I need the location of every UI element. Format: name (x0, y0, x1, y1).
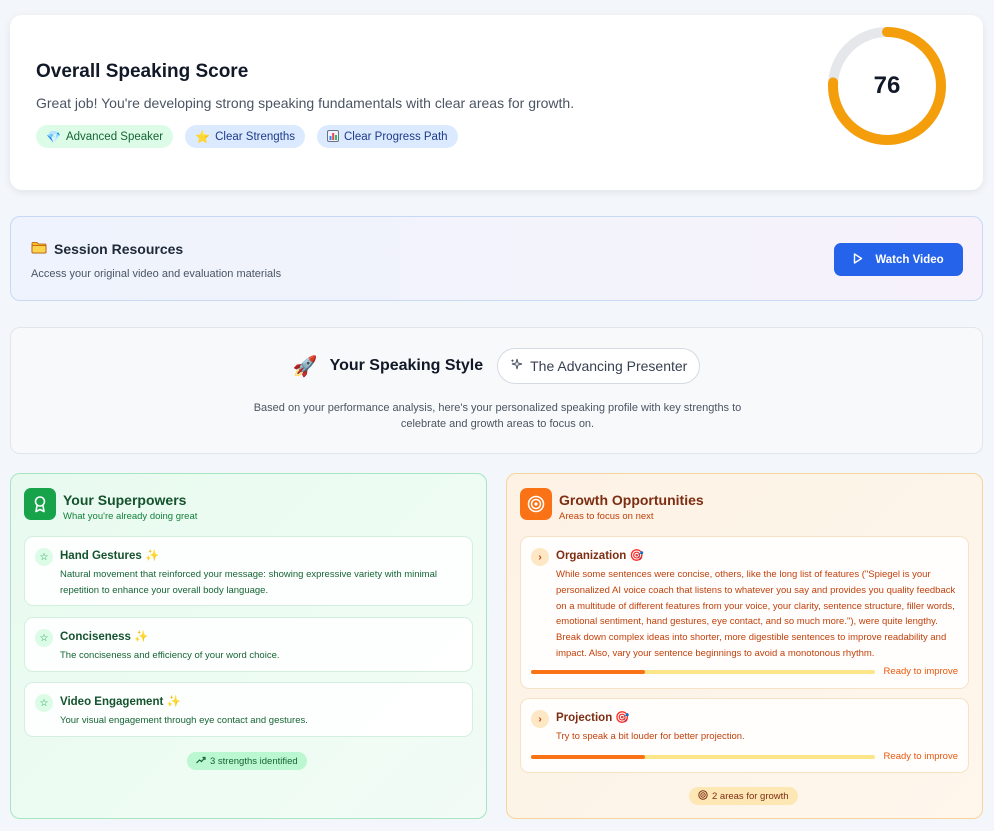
persona-name: The Advancing Presenter (530, 358, 688, 374)
organization-status: Ready to improve (883, 666, 958, 677)
badge-clear-progress-path: Clear Progress Path (317, 125, 458, 148)
award-icon (24, 488, 56, 520)
growth-opportunities-panel: Growth Opportunities Areas to focus on n… (506, 473, 983, 819)
bar-chart-icon (327, 129, 339, 144)
superpowers-subtitle: What you're already doing great (63, 511, 198, 522)
superpower-item-conciseness: ☆ Conciseness ✨ The conciseness and effi… (24, 617, 473, 672)
growth-title: Growth Opportunities (559, 492, 704, 508)
score-badges: 💎 Advanced Speaker ⭐ Clear Strengths Cle… (36, 125, 458, 148)
organization-progress-bar (531, 670, 875, 674)
superpower-desc: The conciseness and efficiency of your w… (60, 650, 280, 661)
growth-count: 2 areas for growth (712, 790, 789, 802)
rocket-icon: 🚀 (292, 355, 318, 378)
speaking-style-header: 🚀 Your Speaking Style The Advancing Pres… (11, 348, 982, 384)
star-icon: ☆ (35, 694, 53, 712)
growth-count-badge: 2 areas for growth (689, 787, 798, 805)
strengths-count: 3 strengths identified (210, 755, 298, 767)
session-resources-card: Session Resources Access your original v… (10, 216, 983, 301)
superpower-title: Hand Gestures ✨ (60, 550, 160, 562)
sparkle-icon (510, 358, 523, 374)
superpowers-panel: Your Superpowers What you're already doi… (10, 473, 487, 819)
folder-icon (31, 241, 47, 257)
speaking-style-description: Based on your performance analysis, here… (253, 402, 742, 430)
speaking-style-title: Your Speaking Style (329, 357, 484, 374)
persona-pill: The Advancing Presenter (497, 348, 701, 384)
star-icon: ☆ (35, 629, 53, 647)
watch-video-label: Watch Video (875, 253, 944, 266)
star-icon: ⭐ (195, 129, 211, 144)
projection-status: Ready to improve (883, 751, 958, 762)
growth-item-title: Organization 🎯 (556, 550, 644, 562)
speaking-style-card: 🚀 Your Speaking Style The Advancing Pres… (10, 327, 983, 454)
target-icon (520, 488, 552, 520)
growth-item-desc: Try to speak a bit louder for better pro… (556, 731, 745, 742)
progress-fill (531, 670, 645, 674)
projection-progress-bar (531, 755, 875, 759)
superpower-desc: Your visual engagement through eye conta… (60, 715, 308, 726)
score-value: 76 (873, 72, 901, 99)
superpower-desc: Natural movement that reinforced your me… (60, 569, 437, 596)
gem-icon: 💎 (46, 129, 61, 144)
badge-label: Clear Strengths (215, 130, 295, 143)
resources-title-row: Session Resources (31, 241, 183, 257)
watch-video-button[interactable]: Watch Video (834, 243, 963, 276)
strengths-count-badge: 3 strengths identified (187, 752, 307, 770)
play-icon (853, 252, 863, 267)
superpower-title: Video Engagement ✨ (60, 696, 181, 708)
score-subtitle: Great job! You're developing strong spea… (36, 95, 575, 111)
target-icon (698, 789, 708, 803)
badge-advanced-speaker: 💎 Advanced Speaker (36, 125, 174, 148)
superpowers-title: Your Superpowers (63, 492, 187, 508)
superpower-item-video-engagement: ☆ Video Engagement ✨ Your visual engagem… (24, 682, 473, 737)
badge-label: Clear Progress Path (344, 130, 448, 143)
resources-subtitle: Access your original video and evaluatio… (31, 268, 282, 280)
superpower-item-hand-gestures: ☆ Hand Gestures ✨ Natural movement that … (24, 536, 473, 606)
star-icon: ☆ (35, 548, 53, 566)
trending-up-icon (196, 756, 206, 767)
badge-clear-strengths: ⭐ Clear Strengths (185, 125, 305, 148)
resources-title: Session Resources (54, 241, 184, 257)
superpower-title: Conciseness ✨ (60, 631, 149, 643)
growth-item-title: Projection 🎯 (556, 712, 630, 724)
chevron-right-icon: › (531, 710, 549, 728)
growth-subtitle: Areas to focus on next (559, 511, 654, 522)
chevron-right-icon: › (531, 548, 549, 566)
growth-item-projection: › Projection 🎯 Try to speak a bit louder… (520, 698, 969, 773)
growth-item-organization: › Organization 🎯 While some sentences we… (520, 536, 969, 689)
score-title: Overall Speaking Score (36, 61, 249, 82)
progress-fill (531, 755, 645, 759)
growth-item-desc: While some sentences were concise, other… (556, 569, 956, 659)
badge-label: Advanced Speaker (65, 130, 164, 143)
